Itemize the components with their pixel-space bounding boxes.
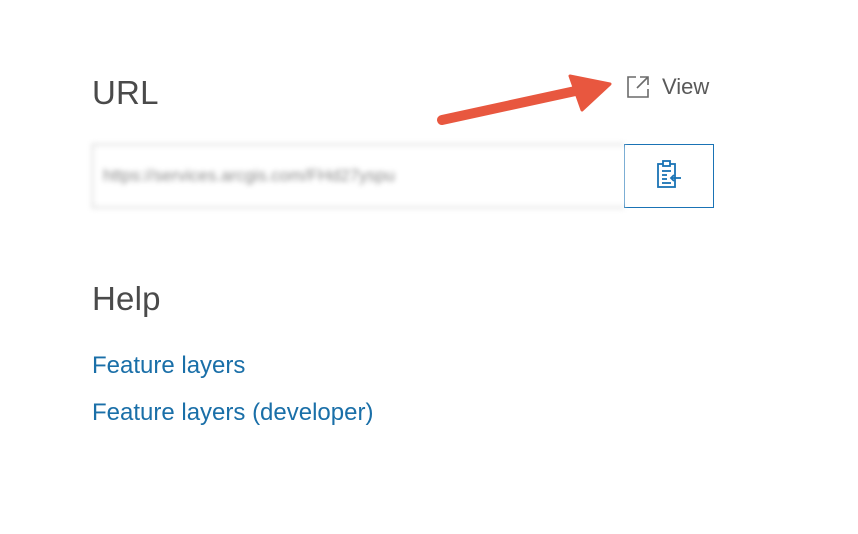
help-link-feature-layers[interactable]: Feature layers [92, 352, 245, 380]
view-link-label: View [662, 74, 710, 99]
annotation-arrow [437, 74, 612, 125]
help-section-title: Help [92, 280, 161, 317]
url-field-row [92, 144, 714, 208]
clipboard-copy-icon [654, 159, 684, 194]
copy-url-button[interactable] [624, 144, 714, 208]
external-link-icon [624, 73, 652, 101]
url-input[interactable] [92, 144, 624, 208]
view-link[interactable]: View [624, 73, 709, 101]
url-section-title: URL [92, 74, 159, 111]
help-link-feature-layers-developer[interactable]: Feature layers (developer) [92, 399, 373, 427]
